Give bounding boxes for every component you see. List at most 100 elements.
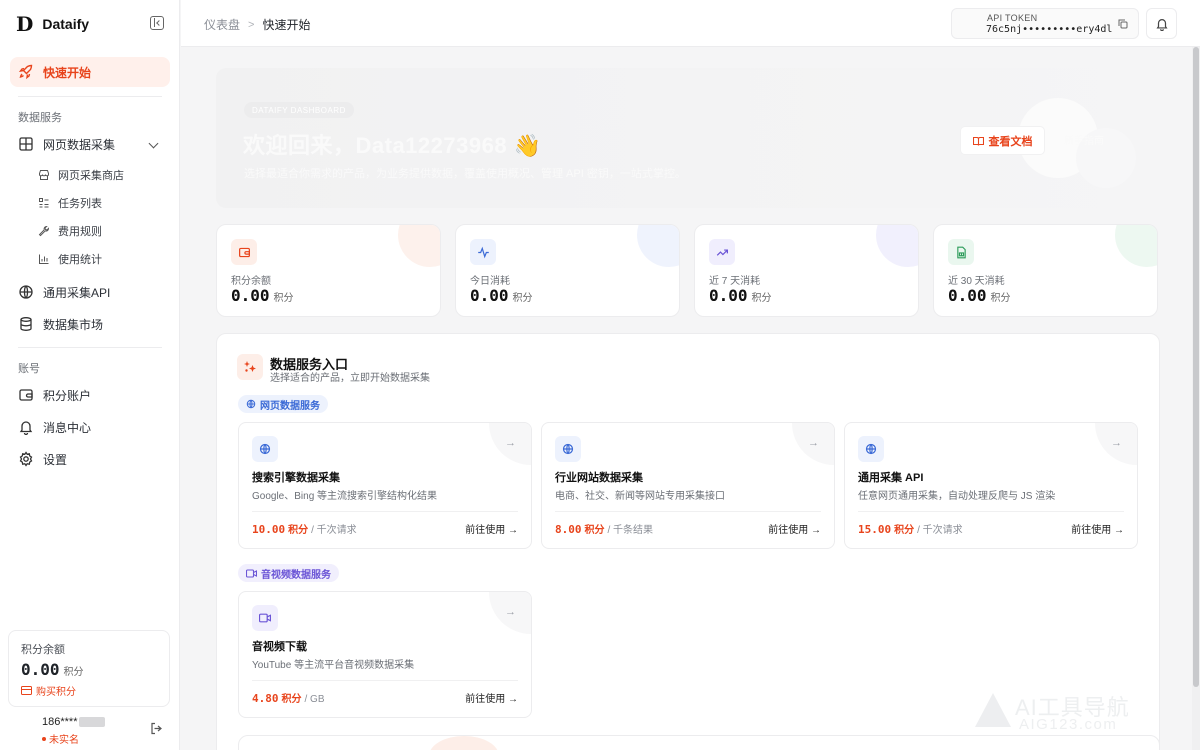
bell-icon — [1155, 18, 1168, 31]
welcome-hero: DATAIFY DASHBOARD 欢迎回来，Data12273968 👋 选择… — [216, 68, 1160, 208]
database-icon — [18, 316, 34, 332]
nav-messages-label: 消息中心 — [43, 420, 92, 435]
wallet-icon — [18, 387, 34, 403]
stat-unit: 积分 — [990, 293, 1011, 304]
buy-points-label: 购买积分 — [36, 687, 76, 698]
api-token-label: API TOKEN — [987, 13, 1038, 23]
watermark-url: AIG123.com — [1019, 716, 1118, 733]
sub-item-pricing[interactable]: 费用规则 — [38, 220, 102, 242]
category-av-chip: 音视频数据服务 — [238, 564, 339, 582]
service-desc: 任意网页通用采集，自动处理反爬与 JS 渲染 — [858, 491, 1056, 502]
stat-value: 0.00 — [231, 286, 270, 305]
masked-phone-block — [79, 717, 106, 727]
go-use-link[interactable]: 前往使用 → — [465, 690, 518, 705]
brand-name: Dataify — [42, 16, 90, 32]
nav-points-account[interactable]: 积分账户 — [10, 380, 170, 410]
sub-item-usage[interactable]: 使用统计 — [38, 248, 102, 270]
go-use-link[interactable]: 前往使用 → — [465, 521, 518, 536]
price-unit: 积分 — [894, 525, 915, 536]
arrow-right-icon: → — [1111, 437, 1122, 449]
guide-button[interactable]: 新手指南 — [1064, 132, 1104, 147]
service-title: 行业网站数据采集 — [555, 472, 643, 484]
nav-web-scraping[interactable]: 网页数据采集 — [10, 129, 170, 159]
sidebar-balance-card: 积分余额 0.00 积分 购买积分 — [8, 630, 170, 707]
sub-item-pricing-label: 费用规则 — [58, 226, 102, 238]
bar-chart-icon — [39, 254, 49, 264]
hero-badge: DATAIFY DASHBOARD — [244, 102, 354, 118]
category-av-label: 音视频数据服务 — [261, 569, 331, 581]
stat-card-7days: 近 7 天消耗 0.00 积分 — [694, 224, 919, 317]
view-docs-button[interactable]: 查看文档 — [961, 127, 1044, 154]
topbar: 仪表盘 > 快速开始 API TOKEN 76c5nj•••••••••ery4… — [181, 0, 1200, 47]
stat-value: 0.00 — [709, 286, 748, 305]
service-card-search[interactable]: → 搜索引擎数据采集 Google、Bing 等主流搜索引擎结构化结果 10.0… — [238, 422, 532, 549]
price-per: / GB — [304, 694, 325, 705]
grid-icon — [18, 136, 34, 152]
stat-card-today: 今日消耗 0.00 积分 — [455, 224, 680, 317]
collapse-sidebar-icon[interactable] — [150, 16, 164, 30]
stat-decoration — [398, 225, 440, 267]
scrollbar-thumb[interactable] — [1193, 47, 1199, 687]
arrow-right-icon: → — [808, 437, 819, 449]
nav-general-api[interactable]: 通用采集API — [10, 277, 170, 307]
globe-icon — [555, 436, 581, 462]
trending-up-icon — [709, 239, 735, 265]
service-card-av-download[interactable]: → 音视频下载 YouTube 等主流平台音视频数据采集 4.80 积分 / G… — [238, 591, 532, 718]
verification-status[interactable]: 未实名 — [42, 731, 105, 746]
stat-card-balance: 积分余额 0.00 积分 — [216, 224, 441, 317]
rocket-icon — [18, 64, 34, 80]
category-web-chip: 网页数据服务 — [238, 395, 328, 413]
nav-quickstart[interactable]: 快速开始 — [10, 57, 170, 87]
stat-label: 今日消耗 — [470, 276, 510, 287]
service-card-general-api[interactable]: → 通用采集 API 任意网页通用采集，自动处理反爬与 JS 渲染 15.00 … — [844, 422, 1138, 549]
service-desc: Google、Bing 等主流搜索引擎结构化结果 — [252, 491, 438, 502]
price-unit: 积分 — [281, 694, 302, 705]
list-icon — [39, 198, 49, 208]
video-icon — [252, 605, 278, 631]
price-per: / 千次请求 — [311, 525, 357, 536]
copy-icon[interactable] — [1118, 19, 1128, 29]
price-value: 4.80 — [252, 692, 279, 705]
buy-points-link[interactable]: 购买积分 — [21, 683, 157, 698]
breadcrumb-separator: > — [248, 18, 255, 31]
go-use-link[interactable]: 前往使用 → — [768, 521, 821, 536]
globe-icon — [858, 436, 884, 462]
balance-unit: 积分 — [63, 667, 84, 678]
breadcrumb-parent[interactable]: 仪表盘 — [204, 16, 240, 33]
sub-item-store-label: 网页采集商店 — [58, 170, 124, 182]
price-value: 10.00 — [252, 523, 286, 536]
api-token-value: 76c5nj•••••••••ery4dl — [986, 24, 1113, 35]
user-phone: 186**** — [42, 716, 78, 728]
sub-item-tasks[interactable]: 任务列表 — [38, 192, 102, 214]
go-use-link[interactable]: 前往使用 → — [1071, 521, 1124, 536]
sub-item-tasks-label: 任务列表 — [58, 198, 102, 210]
balance-label: 积分余额 — [21, 644, 65, 656]
breadcrumb-current: 快速开始 — [262, 18, 311, 32]
nav-messages[interactable]: 消息中心 — [10, 412, 170, 442]
wallet-icon — [231, 239, 257, 265]
service-card-industry[interactable]: → 行业网站数据采集 电商、社交、新闻等网站专用采集接口 8.00 积分 / 千… — [541, 422, 835, 549]
nav-general-api-label: 通用采集API — [43, 285, 111, 300]
watermark-logo — [975, 693, 1011, 727]
stat-label: 积分余额 — [231, 276, 271, 287]
notifications-button[interactable] — [1146, 8, 1177, 39]
service-title: 音视频下载 — [252, 641, 307, 653]
logout-icon[interactable] — [150, 722, 163, 735]
card-divider — [252, 511, 518, 512]
service-price: 10.00 积分 / 千次请求 — [252, 521, 357, 536]
nav-settings-label: 设置 — [43, 452, 68, 467]
nav-settings[interactable]: 设置 — [10, 444, 170, 474]
arrow-right-icon: → — [505, 606, 516, 618]
user-info: 186**** 未实名 — [42, 716, 106, 746]
sparkle-icon — [237, 354, 263, 380]
service-price: 8.00 积分 / 千条结果 — [555, 521, 653, 536]
sub-item-store[interactable]: 网页采集商店 — [38, 164, 124, 186]
hero-title-text: 欢迎回来，Data12273968 — [243, 133, 508, 158]
service-title: 通用采集 API — [858, 472, 924, 484]
price-value: 15.00 — [858, 523, 892, 536]
section-label-account: 账号 — [18, 363, 40, 375]
price-per: / 千条结果 — [607, 525, 654, 536]
panel-decoration — [429, 736, 499, 750]
nav-dataset-market[interactable]: 数据集市场 — [10, 309, 170, 339]
brand[interactable]: D Dataify — [16, 12, 89, 36]
